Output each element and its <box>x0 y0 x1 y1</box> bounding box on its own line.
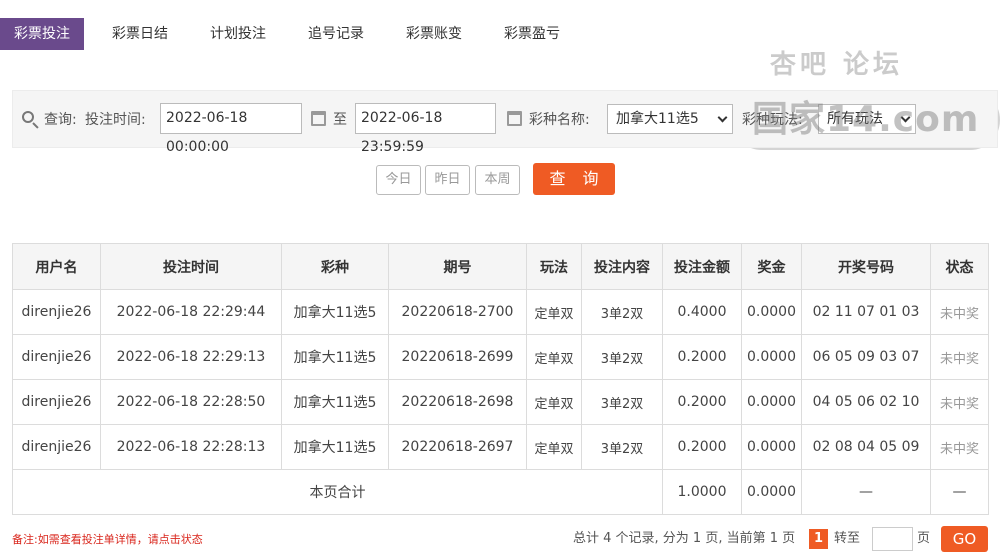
cell-status-link[interactable]: 未中奖 <box>930 424 989 470</box>
cell-username: direnjie26 <box>12 379 101 425</box>
cell-bonus: 0.0000 <box>741 379 802 425</box>
cell-draw-numbers: 06 05 09 03 07 <box>801 334 931 380</box>
col-play: 玩法 <box>526 243 582 290</box>
col-bonus: 奖金 <box>741 243 802 290</box>
cell-play: 定单双 <box>526 289 582 335</box>
cell-status-link[interactable]: 未中奖 <box>930 379 989 425</box>
query-label: 查询: <box>44 112 77 128</box>
go-button[interactable]: GO <box>941 526 988 552</box>
table-row: direnjie26 2022-06-18 22:29:13 加拿大11选5 2… <box>12 334 989 380</box>
cell-play: 定单双 <box>526 379 582 425</box>
yesterday-button[interactable]: 昨日 <box>425 165 470 195</box>
table-total-row: 本页合计 1.0000 0.0000 — — <box>12 469 989 515</box>
tab-chase-records[interactable]: 追号记录 <box>294 18 378 50</box>
lottery-select-value: 加拿大11选5 <box>616 111 699 127</box>
col-lottery: 彩种 <box>281 243 389 290</box>
col-username: 用户名 <box>12 243 101 290</box>
col-issue: 期号 <box>388 243 527 290</box>
cell-lottery: 加拿大11选5 <box>281 424 389 470</box>
table-row: direnjie26 2022-06-18 22:29:44 加拿大11选5 2… <box>12 289 989 335</box>
cell-play: 定单双 <box>526 424 582 470</box>
lottery-name-label: 彩种名称: <box>529 112 590 128</box>
col-amount: 投注金额 <box>662 243 742 290</box>
watermark-top: 杏吧 论坛 <box>770 50 904 80</box>
col-content: 投注内容 <box>581 243 663 290</box>
lottery-select[interactable]: 加拿大11选5 <box>607 104 733 134</box>
tab-daily-settlement[interactable]: 彩票日结 <box>98 18 182 50</box>
footer-note: 备注:如需查看投注单详情，请点击状态 <box>12 533 203 546</box>
table-row: direnjie26 2022-06-18 22:28:13 加拿大11选5 2… <box>12 424 989 470</box>
tab-bar: 彩票投注 彩票日结 计划投注 追号记录 彩票账变 彩票盈亏 <box>0 18 588 50</box>
bet-time-label: 投注时间: <box>85 112 146 128</box>
cell-bonus: 0.0000 <box>741 424 802 470</box>
calendar-icon[interactable] <box>507 111 522 126</box>
tab-lottery-bets[interactable]: 彩票投注 <box>0 18 84 50</box>
cell-bet-time: 2022-06-18 22:29:13 <box>100 334 282 380</box>
bet-records-table: 用户名 投注时间 彩种 期号 玩法 投注内容 投注金额 奖金 开奖号码 状态 d… <box>12 243 989 515</box>
watermark-main: 国家14.com <box>752 99 980 140</box>
page-total-amount: 1.0000 <box>662 469 742 515</box>
page-total-status: — <box>930 469 989 515</box>
to-label: 至 <box>333 112 347 128</box>
cell-lottery: 加拿大11选5 <box>281 289 389 335</box>
cell-draw-numbers: 02 08 04 05 09 <box>801 424 931 470</box>
cell-bonus: 0.0000 <box>741 334 802 380</box>
page-unit-label: 页 <box>917 531 931 546</box>
cell-status-link[interactable]: 未中奖 <box>930 289 989 335</box>
cell-bet-time: 2022-06-18 22:28:13 <box>100 424 282 470</box>
pagination-summary: 总计 4 个记录, 分为 1 页, 当前第 1 页 <box>573 531 796 546</box>
cell-draw-numbers: 04 05 06 02 10 <box>801 379 931 425</box>
cell-play: 定单双 <box>526 334 582 380</box>
cell-status-link[interactable]: 未中奖 <box>930 334 989 380</box>
cell-amount: 0.2000 <box>662 334 742 380</box>
tab-account-changes[interactable]: 彩票账变 <box>392 18 476 50</box>
calendar-icon[interactable] <box>311 111 326 126</box>
cell-issue: 20220618-2697 <box>388 424 527 470</box>
cell-lottery: 加拿大11选5 <box>281 379 389 425</box>
current-page-badge[interactable]: 1 <box>809 529 828 549</box>
cell-bonus: 0.0000 <box>741 289 802 335</box>
table-row: direnjie26 2022-06-18 22:28:50 加拿大11选5 2… <box>12 379 989 425</box>
cell-content: 3单2双 <box>581 334 663 380</box>
tab-profit-loss[interactable]: 彩票盈亏 <box>490 18 574 50</box>
cell-content: 3单2双 <box>581 424 663 470</box>
cell-amount: 0.4000 <box>662 289 742 335</box>
cell-content: 3单2双 <box>581 379 663 425</box>
table-header-row: 用户名 投注时间 彩种 期号 玩法 投注内容 投注金额 奖金 开奖号码 状态 <box>12 243 989 290</box>
today-button[interactable]: 今日 <box>376 165 421 195</box>
cell-lottery: 加拿大11选5 <box>281 334 389 380</box>
page-number-input[interactable] <box>872 527 913 551</box>
cell-draw-numbers: 02 11 07 01 03 <box>801 289 931 335</box>
search-icon <box>21 110 39 129</box>
col-bet-time: 投注时间 <box>100 243 282 290</box>
this-week-button[interactable]: 本周 <box>475 165 520 195</box>
page-total-bonus: 0.0000 <box>741 469 802 515</box>
cell-amount: 0.2000 <box>662 424 742 470</box>
cell-issue: 20220618-2700 <box>388 289 527 335</box>
goto-label: 转至 <box>834 531 861 546</box>
cell-issue: 20220618-2698 <box>388 379 527 425</box>
end-time-input[interactable]: 2022-06-18 23:59:59 <box>355 103 496 155</box>
tab-plan-bets[interactable]: 计划投注 <box>196 18 280 50</box>
cell-amount: 0.2000 <box>662 379 742 425</box>
cell-username: direnjie26 <box>12 289 101 335</box>
cell-username: direnjie26 <box>12 334 101 380</box>
cell-content: 3单2双 <box>581 289 663 335</box>
query-button[interactable]: 查 询 <box>533 163 615 195</box>
cell-username: direnjie26 <box>12 424 101 470</box>
page-total-label: 本页合计 <box>12 469 663 515</box>
chevron-down-icon <box>717 112 728 123</box>
cell-bet-time: 2022-06-18 22:28:50 <box>100 379 282 425</box>
col-status: 状态 <box>930 243 989 290</box>
col-draw-numbers: 开奖号码 <box>801 243 931 290</box>
cell-bet-time: 2022-06-18 22:29:44 <box>100 289 282 335</box>
cell-issue: 20220618-2699 <box>388 334 527 380</box>
start-time-input[interactable]: 2022-06-18 00:00:00 <box>160 103 302 155</box>
page-total-numbers: — <box>801 469 931 515</box>
